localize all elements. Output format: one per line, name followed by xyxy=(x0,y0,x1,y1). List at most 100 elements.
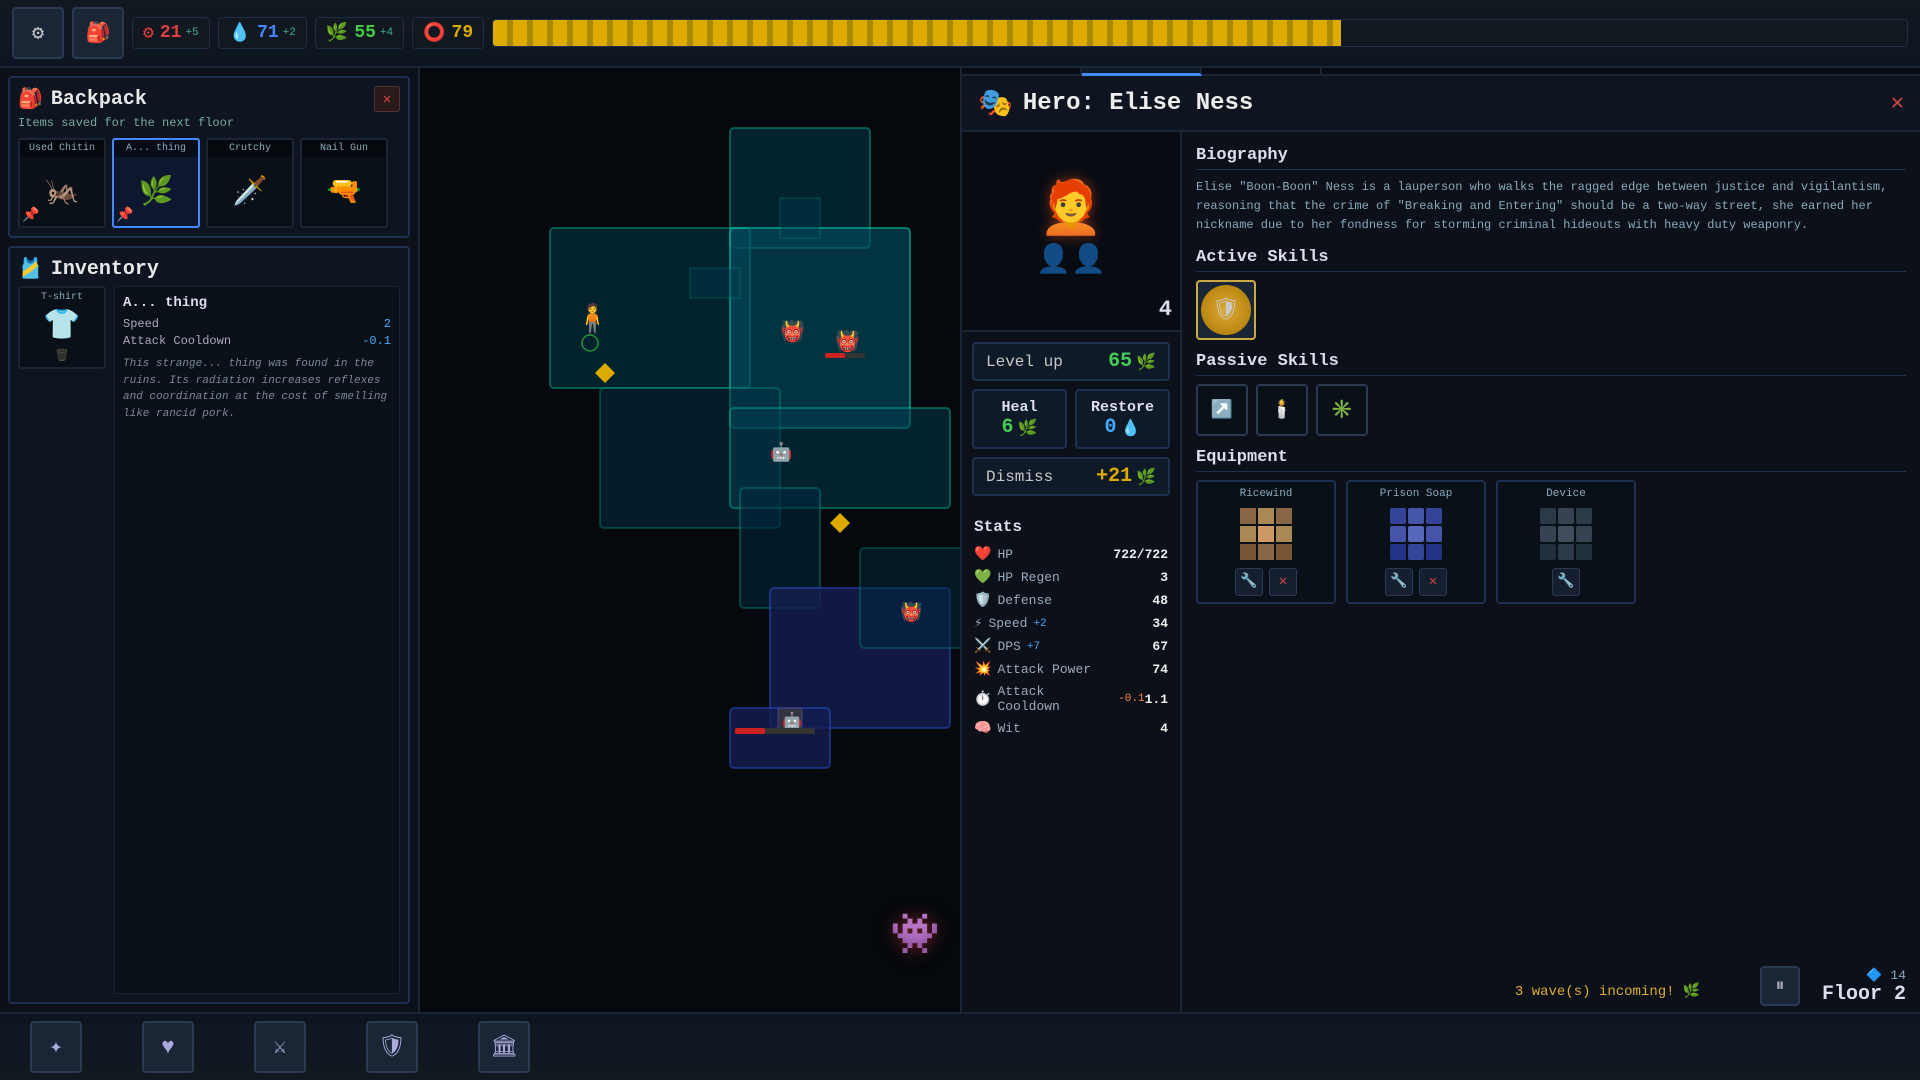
equip-prisonsoap-remove[interactable]: ✕ xyxy=(1419,568,1447,596)
item-stat-cd: Attack Cooldown -0.1 xyxy=(123,334,391,348)
bp-slot-1-img: 🌿 xyxy=(139,157,174,226)
bp-slot-2[interactable]: Crutchy 🗡️ xyxy=(206,138,294,228)
atkcd-bonus: -0.1 xyxy=(1118,693,1144,705)
bottom-btn-building[interactable]: 🏛 xyxy=(478,1021,530,1073)
heal-button[interactable]: Heal 6 🌿 xyxy=(972,389,1067,449)
item-name: A... thing xyxy=(123,295,391,311)
restore-button[interactable]: Restore 0 💧 xyxy=(1075,389,1170,449)
equipment-section: Equipment Ricewind xyxy=(1196,448,1906,604)
stat-atkpower: 💥 Attack Power 74 xyxy=(974,661,1168,678)
wit-icon: 🧠 xyxy=(974,720,991,737)
svg-text:👹: 👹 xyxy=(835,329,860,355)
bp-slot-1[interactable]: A... thing 🌿 📌 xyxy=(112,138,200,228)
backpack-label: Backpack xyxy=(51,88,147,111)
dismiss-button[interactable]: Dismiss +21 🌿 xyxy=(972,457,1170,496)
backpack-subtitle: Items saved for the next floor xyxy=(18,116,400,130)
passive-skill-1[interactable]: 🕯️ xyxy=(1256,384,1308,436)
backpack-icon: 🎒 xyxy=(18,86,43,112)
speed-val: 34 xyxy=(1152,616,1168,631)
bp-slot-0-pin: 📌 xyxy=(22,207,39,224)
inventory-body: T-shirt 👕 🗑 A... thing Speed 2 Attack Co… xyxy=(18,286,400,994)
map-canvas: 🧍 👹 👹 🤖 👹 🤖 xyxy=(420,68,960,1012)
hero-info-bar: 🎭 Hero: Elise Ness ✕ xyxy=(962,76,1920,132)
bp-slot-1-label: A... thing xyxy=(114,140,198,157)
count-row: 🔷 14 xyxy=(1822,968,1906,983)
passive-skill-2[interactable]: ✳️ xyxy=(1316,384,1368,436)
bottom-btn-attack[interactable]: ⚔ xyxy=(254,1021,306,1073)
inv-slot-0[interactable]: T-shirt 👕 🗑 xyxy=(18,286,106,369)
bp-slot-2-label: Crutchy xyxy=(208,140,292,157)
equip-device: Device xyxy=(1496,480,1636,604)
atkcd-icon: ⏱️ xyxy=(974,691,991,708)
hp-label: HP xyxy=(997,547,1013,562)
stats-title: Stats xyxy=(974,518,1168,536)
stat-defense: 🛡️ Defense 48 xyxy=(974,592,1168,609)
active-skills-list: 🛡 xyxy=(1196,280,1906,340)
dps-val: 67 xyxy=(1152,639,1168,654)
bp-slot-3[interactable]: Nail Gun 🔫 xyxy=(300,138,388,228)
defense-val: 48 xyxy=(1152,593,1168,608)
defense-icon: 🛡️ xyxy=(974,592,991,609)
inventory-label: Inventory xyxy=(51,258,159,281)
heal-label: Heal xyxy=(982,399,1057,416)
stat-wit: 🧠 Wit 4 xyxy=(974,720,1168,737)
equip-device-sprite xyxy=(1540,508,1592,560)
hero-portrait: 🧑‍🦰 👤👤 4 xyxy=(962,132,1180,332)
backpack-icon-btn[interactable]: 🎒 xyxy=(72,7,124,59)
stat-water: 💧 71 +2 xyxy=(218,17,307,49)
inv-slot-0-del: 🗑 xyxy=(54,348,69,363)
map-svg: 🧍 👹 👹 🤖 👹 🤖 xyxy=(420,68,960,1012)
bp-slot-0-img: 🦗 xyxy=(45,157,80,226)
passive-skills-section: Passive Skills ↗️ 🕯️ ✳️ xyxy=(1196,352,1906,436)
hero-close-button[interactable]: ✕ xyxy=(1891,90,1904,116)
heal-val-group: 6 🌿 xyxy=(982,416,1057,439)
speed-label: Speed xyxy=(988,616,1027,631)
bp-slot-0[interactable]: Used Chitin 🦗 📌 xyxy=(18,138,106,228)
action-grid: Level up 65 🌿 Heal 6 🌿 Restore xyxy=(962,332,1180,506)
dps-label: DPS xyxy=(997,639,1020,654)
attack-icon: ⚙ xyxy=(143,22,154,44)
bottom-btn-health[interactable]: ♥ xyxy=(142,1021,194,1073)
hpregen-icon: 💚 xyxy=(974,569,991,586)
atkpower-val: 74 xyxy=(1152,662,1168,677)
floor-number: Floor 2 xyxy=(1822,983,1906,1006)
wit-label: Wit xyxy=(997,721,1020,736)
xp-fill xyxy=(493,20,1341,46)
hpregen-val: 3 xyxy=(1160,570,1168,585)
backpack-panel: 🎒 Backpack ✕ Items saved for the next fl… xyxy=(8,76,410,238)
equip-ricewind-actions: 🔧 ✕ xyxy=(1235,568,1297,596)
equip-device-use[interactable]: 🔧 xyxy=(1552,568,1580,596)
xp-bar xyxy=(492,19,1908,47)
hp-val: 722/722 xyxy=(1113,547,1168,562)
bp-slot-1-pin: 📌 xyxy=(116,207,133,224)
levelup-button[interactable]: Level up 65 🌿 xyxy=(972,342,1170,381)
levelup-label: Level up xyxy=(986,353,1063,371)
bp-slot-3-img: 🔫 xyxy=(327,157,362,226)
game-map: 🧍 👹 👹 🤖 👹 🤖 xyxy=(420,68,960,1012)
circle-icon: ⭕ xyxy=(423,22,445,44)
equip-prisonsoap-use[interactable]: 🔧 xyxy=(1385,568,1413,596)
hero-left: 🧑‍🦰 👤👤 4 Level up 65 🌿 Heal 6 xyxy=(962,132,1182,1080)
active-skills-section: Active Skills 🛡 xyxy=(1196,248,1906,340)
hero-body: 🧑‍🦰 👤👤 4 Level up 65 🌿 Heal 6 xyxy=(962,132,1920,1080)
restore-label: Restore xyxy=(1085,399,1160,416)
bottom-btn-special[interactable]: ✦ xyxy=(30,1021,82,1073)
stat-speed: ⚡ Speed +2 34 xyxy=(974,615,1168,632)
stat-hp: ❤️ HP 722/722 xyxy=(974,546,1168,563)
leaf-icon: 🌿 xyxy=(326,22,348,44)
backpack-close-button[interactable]: ✕ xyxy=(374,86,400,112)
passive-skill-0[interactable]: ↗️ xyxy=(1196,384,1248,436)
inventory-icon: 🎽 xyxy=(18,256,43,282)
pause-button[interactable]: ⏸ xyxy=(1760,966,1800,1006)
bp-slot-0-label: Used Chitin xyxy=(20,140,104,157)
equip-ricewind-remove[interactable]: ✕ xyxy=(1269,568,1297,596)
equip-ricewind-use[interactable]: 🔧 xyxy=(1235,568,1263,596)
settings-icon-btn[interactable]: ⚙ xyxy=(12,7,64,59)
equipment-title: Equipment xyxy=(1196,448,1906,472)
hero-name: Hero: Elise Ness xyxy=(1023,90,1253,117)
bottom-btn-defense[interactable]: 🛡 xyxy=(366,1021,418,1073)
wave-icon: 🌿 xyxy=(1683,983,1700,1000)
stat-dps: ⚔️ DPS +7 67 xyxy=(974,638,1168,655)
speed-icon: ⚡ xyxy=(974,615,982,632)
active-skill-0[interactable]: 🛡 xyxy=(1196,280,1256,340)
